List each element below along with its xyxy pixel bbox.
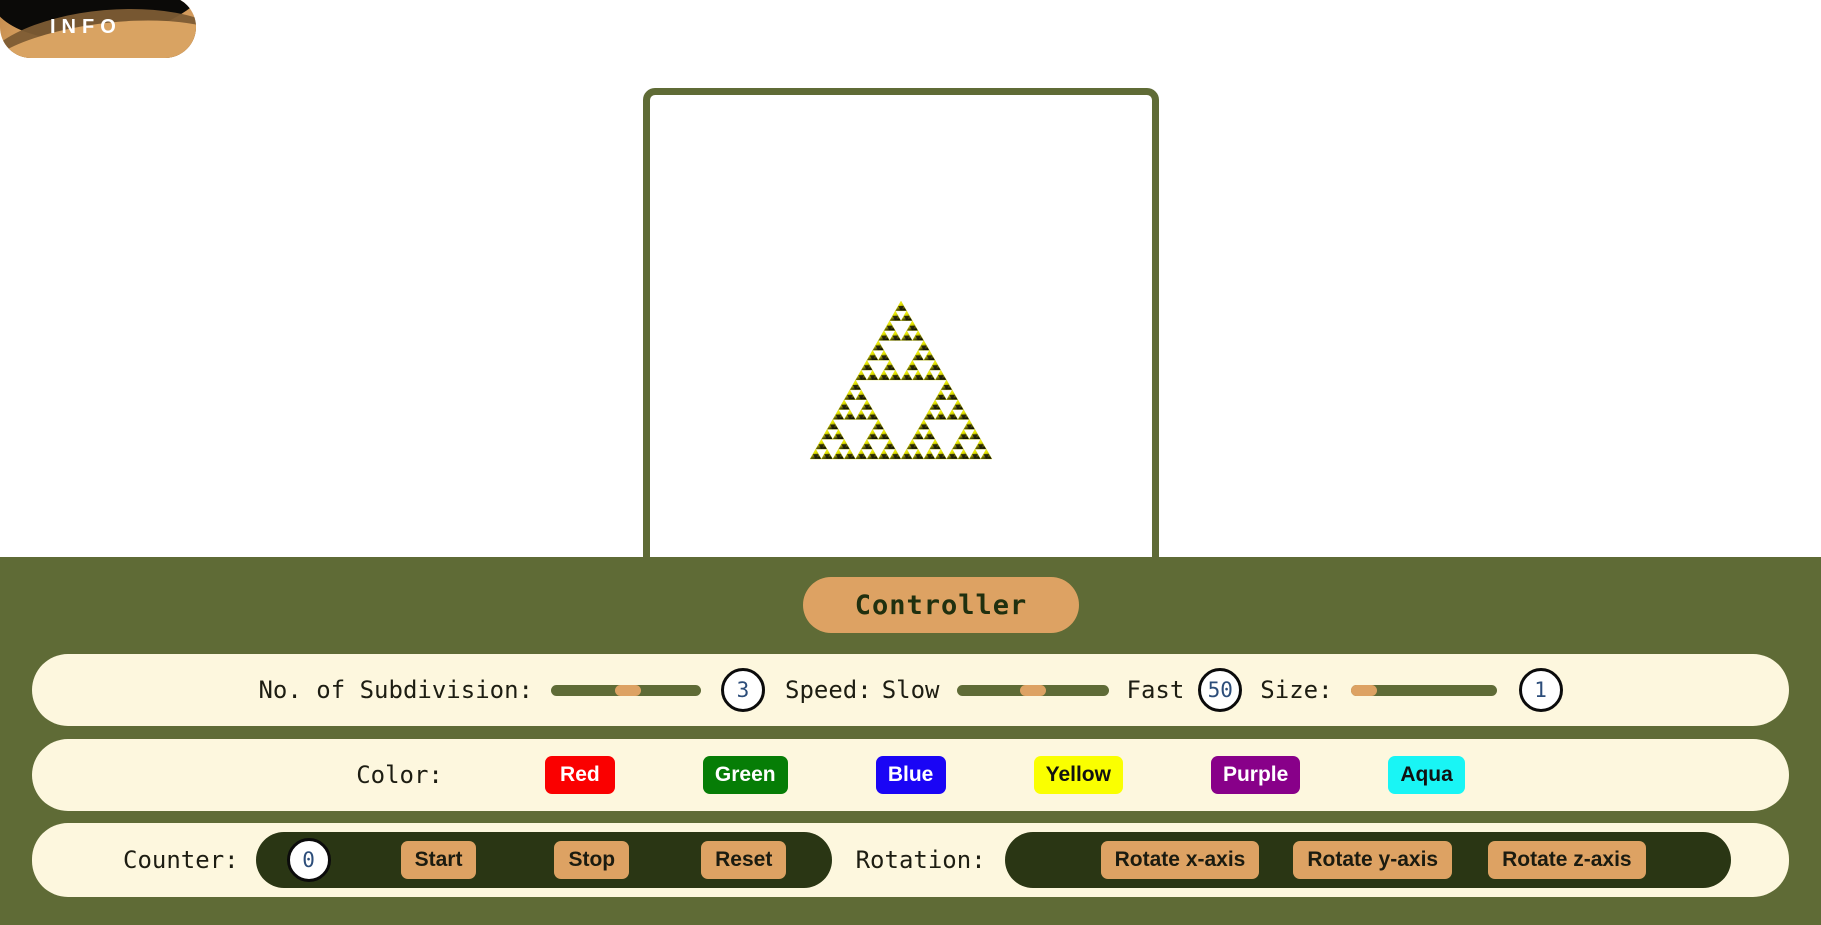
subdivision-slider[interactable] [551, 684, 701, 696]
size-slider-thumb[interactable] [1350, 684, 1377, 696]
fractal-svg [809, 300, 993, 460]
reset-button[interactable]: Reset [701, 841, 787, 879]
color-button-yellow[interactable]: Yellow [1033, 756, 1123, 794]
controller-title: Controller [803, 577, 1079, 633]
counter-group: 0 Start Stop Reset [255, 832, 832, 888]
speed-value: 50 [1198, 668, 1243, 712]
speed-slider-thumb[interactable] [1019, 684, 1046, 696]
color-button-group: Red Green Blue Yellow Purple Aqua [544, 756, 1465, 794]
speed-slider[interactable] [956, 684, 1109, 696]
color-button-red[interactable]: Red [544, 756, 615, 794]
color-button-green[interactable]: Green [702, 756, 788, 794]
color-label: Color: [356, 761, 443, 789]
speed-min-label: Slow [881, 676, 940, 704]
info-badge[interactable]: INFO [0, 0, 196, 58]
color-button-blue[interactable]: Blue [875, 756, 946, 794]
counter-row: Counter: 0 Start Stop Reset Rotation: Ro… [32, 823, 1789, 897]
rotate-y-axis-button[interactable]: Rotate y-axis [1293, 841, 1453, 879]
speed-label: Speed: [785, 676, 872, 704]
colors-row: Color: Red Green Blue Yellow Purple Aqua [32, 739, 1789, 811]
size-value: 1 [1518, 668, 1563, 712]
subdivision-slider-thumb[interactable] [615, 684, 641, 696]
sliders-row: No. of Subdivision: 3 Speed: Slow Fast 5… [32, 654, 1789, 726]
stop-button[interactable]: Stop [554, 841, 630, 879]
size-label: Size: [1260, 676, 1333, 704]
rotation-group: Rotate x-axis Rotate y-axis Rotate z-axi… [1004, 832, 1731, 888]
counter-value: 0 [286, 838, 331, 882]
counter-label: Counter: [123, 846, 239, 874]
color-button-purple[interactable]: Purple [1210, 756, 1301, 794]
subdivision-label: No. of Subdivision: [258, 676, 533, 704]
rotate-x-axis-button[interactable]: Rotate x-axis [1100, 841, 1260, 879]
subdivision-value: 3 [721, 668, 765, 712]
size-slider[interactable] [1350, 684, 1497, 696]
rotation-label: Rotation: [855, 846, 986, 874]
color-button-aqua[interactable]: Aqua [1388, 756, 1465, 794]
speed-max-label: Fast [1126, 676, 1185, 704]
sierpinski-triangle-fractal [808, 299, 994, 464]
fractal-canvas[interactable] [643, 88, 1159, 583]
rotate-z-axis-button[interactable]: Rotate z-axis [1488, 841, 1646, 879]
controller-panel: Controller No. of Subdivision: 3 Speed: … [0, 557, 1821, 925]
info-badge-label: INFO [50, 16, 122, 38]
start-button[interactable]: Start [400, 841, 477, 879]
